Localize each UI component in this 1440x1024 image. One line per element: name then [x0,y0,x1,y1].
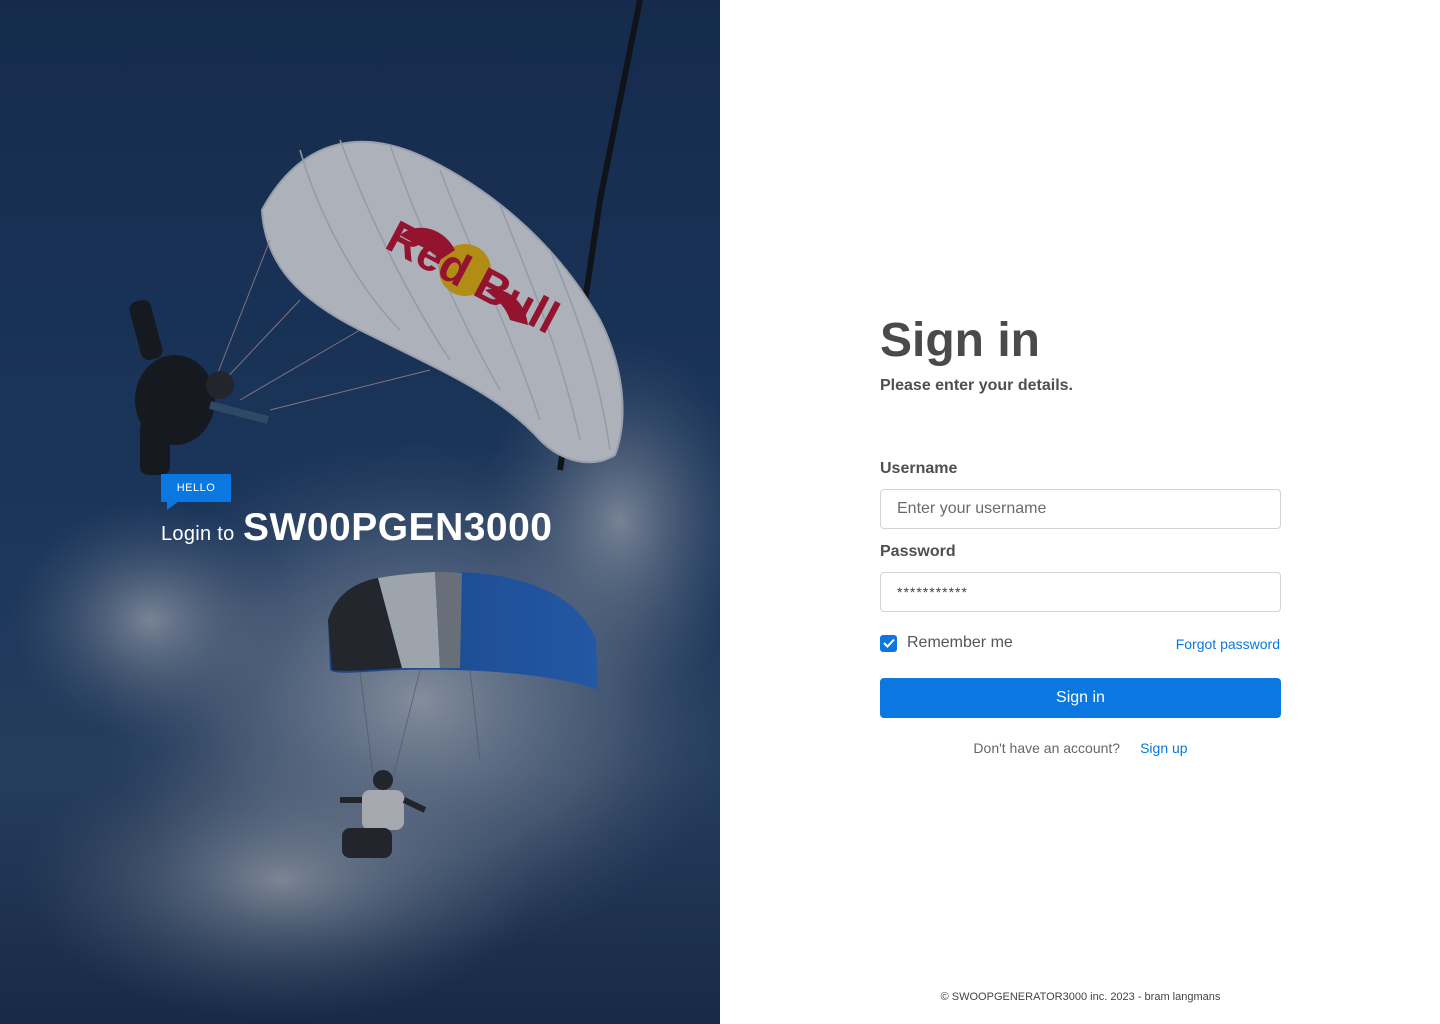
password-label: Password [880,543,956,560]
login-to-label: Login to [161,523,235,545]
no-account-text: Don't have an account? [973,740,1121,756]
hero-panel: Red Bull HELLO Login to SW00PGEN3000 [0,0,720,1024]
signup-link[interactable]: Sign up [1140,740,1187,756]
hello-badge: HELLO [161,474,231,502]
password-input[interactable] [880,572,1281,612]
remember-label: Remember me [907,634,1013,651]
check-icon [882,638,895,648]
page-subtitle: Please enter your details. [880,377,1073,394]
forgot-password-link[interactable]: Forgot password [1176,636,1280,652]
footer-copyright: © SWOOPGENERATOR3000 inc. 2023 - bram la… [940,991,1221,1003]
signup-row: Don't have an account? Sign up [880,740,1281,756]
signin-panel: Sign in Please enter your details. Usern… [720,0,1440,1024]
brand-name: SW00PGEN3000 [243,506,553,549]
page-title: Sign in [880,314,1040,367]
username-label: Username [880,460,958,477]
remember-me[interactable]: Remember me [880,633,1013,653]
username-input[interactable] [880,489,1281,529]
remember-checkbox[interactable] [880,634,897,652]
hello-badge-tail [167,501,179,510]
signin-button[interactable]: Sign in [880,678,1281,718]
